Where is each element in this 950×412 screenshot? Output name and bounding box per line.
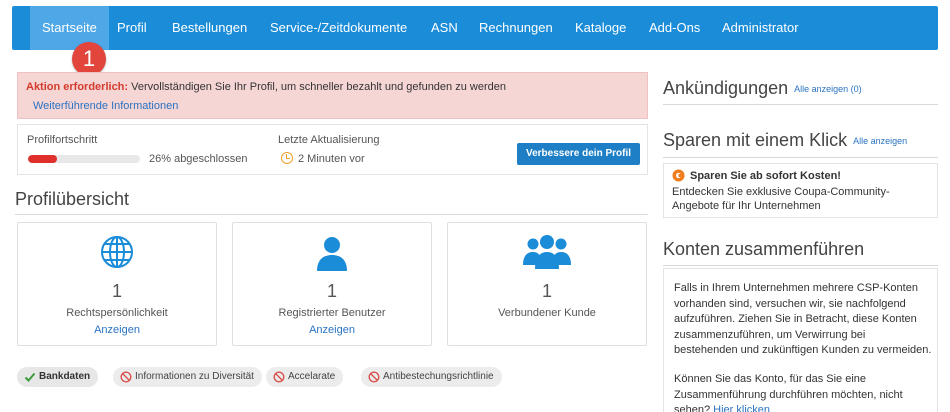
nav-item-profil[interactable]: Profil <box>117 6 147 50</box>
tag-anti-bribery[interactable]: Antibestechungsrichtlinie <box>361 367 502 387</box>
announcements-view-all-link[interactable]: Alle anzeigen (0) <box>794 84 862 94</box>
progress-label: Profilfortschritt <box>27 134 98 146</box>
announcements-heading: Ankündigungen <box>663 78 789 98</box>
last-update-label: Letzte Aktualisierung <box>278 134 380 146</box>
card-count: 1 <box>326 281 337 301</box>
globe-icon <box>98 233 136 276</box>
check-icon <box>24 372 36 382</box>
profile-progress-panel: Profilfortschritt 26% abgeschlossen Letz… <box>17 124 648 175</box>
save-heading: Sparen mit einem Klick <box>663 130 848 150</box>
card-legal-entity: 1 Rechtspersönlichkeit Anzeigen <box>17 222 217 346</box>
merge-section-title: Konten zusammenführen <box>663 239 865 259</box>
card-label: Rechtspersönlichkeit <box>66 307 168 319</box>
save-offer-card: Sparen Sie ab sofort Kosten! Entdecken S… <box>663 163 938 218</box>
nav-item-bestellungen[interactable]: Bestellungen <box>172 6 247 50</box>
divider <box>15 214 648 215</box>
last-update-time: 2 Minuten vor <box>298 153 365 165</box>
prohibited-icon <box>120 371 132 383</box>
merge-accounts-card: Falls in Ihrem Unternehmen mehrere CSP-K… <box>663 268 938 412</box>
tag-label: Informationen zu Diversität <box>135 371 254 382</box>
save-description: Entdecken Sie exklusive Coupa-Community-… <box>672 186 890 212</box>
card-count: 1 <box>111 281 122 301</box>
progress-bar <box>28 155 140 163</box>
card-count: 1 <box>541 281 552 301</box>
divider <box>663 265 938 266</box>
card-registered-user: 1 Registrierter Benutzer Anzeigen <box>232 222 432 346</box>
tag-bank-details[interactable]: Bankdaten <box>17 367 99 387</box>
nav-item-kataloge[interactable]: Kataloge <box>575 6 626 50</box>
clock-icon <box>281 152 293 164</box>
tag-label: Antibestechungsrichtlinie <box>383 371 494 382</box>
user-icon <box>312 233 352 278</box>
merge-description: Falls in Ihrem Unternehmen mehrere CSP-K… <box>674 282 932 356</box>
nav-item-rechnungen[interactable]: Rechnungen <box>479 6 553 50</box>
improve-profile-button[interactable]: Verbessere dein Profil <box>517 143 640 165</box>
nav-item-service-zeitdokumente[interactable]: Service-/Zeitdokumente <box>270 6 407 50</box>
top-nav: Startseite Profil Bestellungen Service-/… <box>12 6 938 50</box>
card-connected-customer: 1 Verbundener Kunde <box>447 222 647 346</box>
action-required-alert: Aktion erforderlich: Vervollständigen Si… <box>17 72 648 119</box>
card-label: Verbundener Kunde <box>498 307 596 319</box>
save-headline[interactable]: Sparen Sie ab sofort Kosten! <box>690 170 841 182</box>
divider <box>663 104 938 105</box>
alert-strong: Aktion erforderlich: <box>26 81 129 93</box>
step-callout-badge: 1 <box>72 42 106 76</box>
tag-accelarate[interactable]: Accelarate <box>266 367 344 387</box>
profile-overview-title: Profilübersicht <box>15 189 130 209</box>
tag-label: Bankdaten <box>39 371 91 382</box>
save-view-all-link[interactable]: Alle anzeigen <box>853 136 907 146</box>
merge-question: Können Sie das Konto, für das Sie eine Z… <box>674 372 932 412</box>
tag-label: Accelarate <box>288 371 336 382</box>
save-section-title: Sparen mit einem Klick Alle anzeigen <box>663 130 907 151</box>
coupa-icon <box>672 169 685 182</box>
merge-question-text: Können Sie das Konto, für das Sie eine Z… <box>674 373 903 412</box>
nav-item-asn[interactable]: ASN <box>431 6 458 50</box>
nav-item-administrator[interactable]: Administrator <box>722 6 799 50</box>
card-view-link[interactable]: Anzeigen <box>233 324 431 336</box>
more-info-link[interactable]: Weiterführende Informationen <box>33 100 178 112</box>
prohibited-icon <box>273 371 285 383</box>
alert-message: Aktion erforderlich: Vervollständigen Si… <box>26 81 506 93</box>
divider <box>663 157 938 158</box>
tag-diversity-info[interactable]: Informationen zu Diversität <box>113 367 262 387</box>
prohibited-icon <box>368 371 380 383</box>
progress-percent-text: 26% abgeschlossen <box>149 153 248 165</box>
alert-text: Vervollständigen Sie Ihr Profil, um schn… <box>128 81 506 93</box>
card-label: Registrierter Benutzer <box>278 307 386 319</box>
announcements-title: Ankündigungen Alle anzeigen (0) <box>663 78 862 99</box>
progress-bar-fill <box>28 155 58 163</box>
click-here-link[interactable]: Hier klicken <box>713 404 770 412</box>
nav-item-add-ons[interactable]: Add-Ons <box>649 6 700 50</box>
users-group-icon <box>522 233 572 276</box>
card-view-link[interactable]: Anzeigen <box>18 324 216 336</box>
